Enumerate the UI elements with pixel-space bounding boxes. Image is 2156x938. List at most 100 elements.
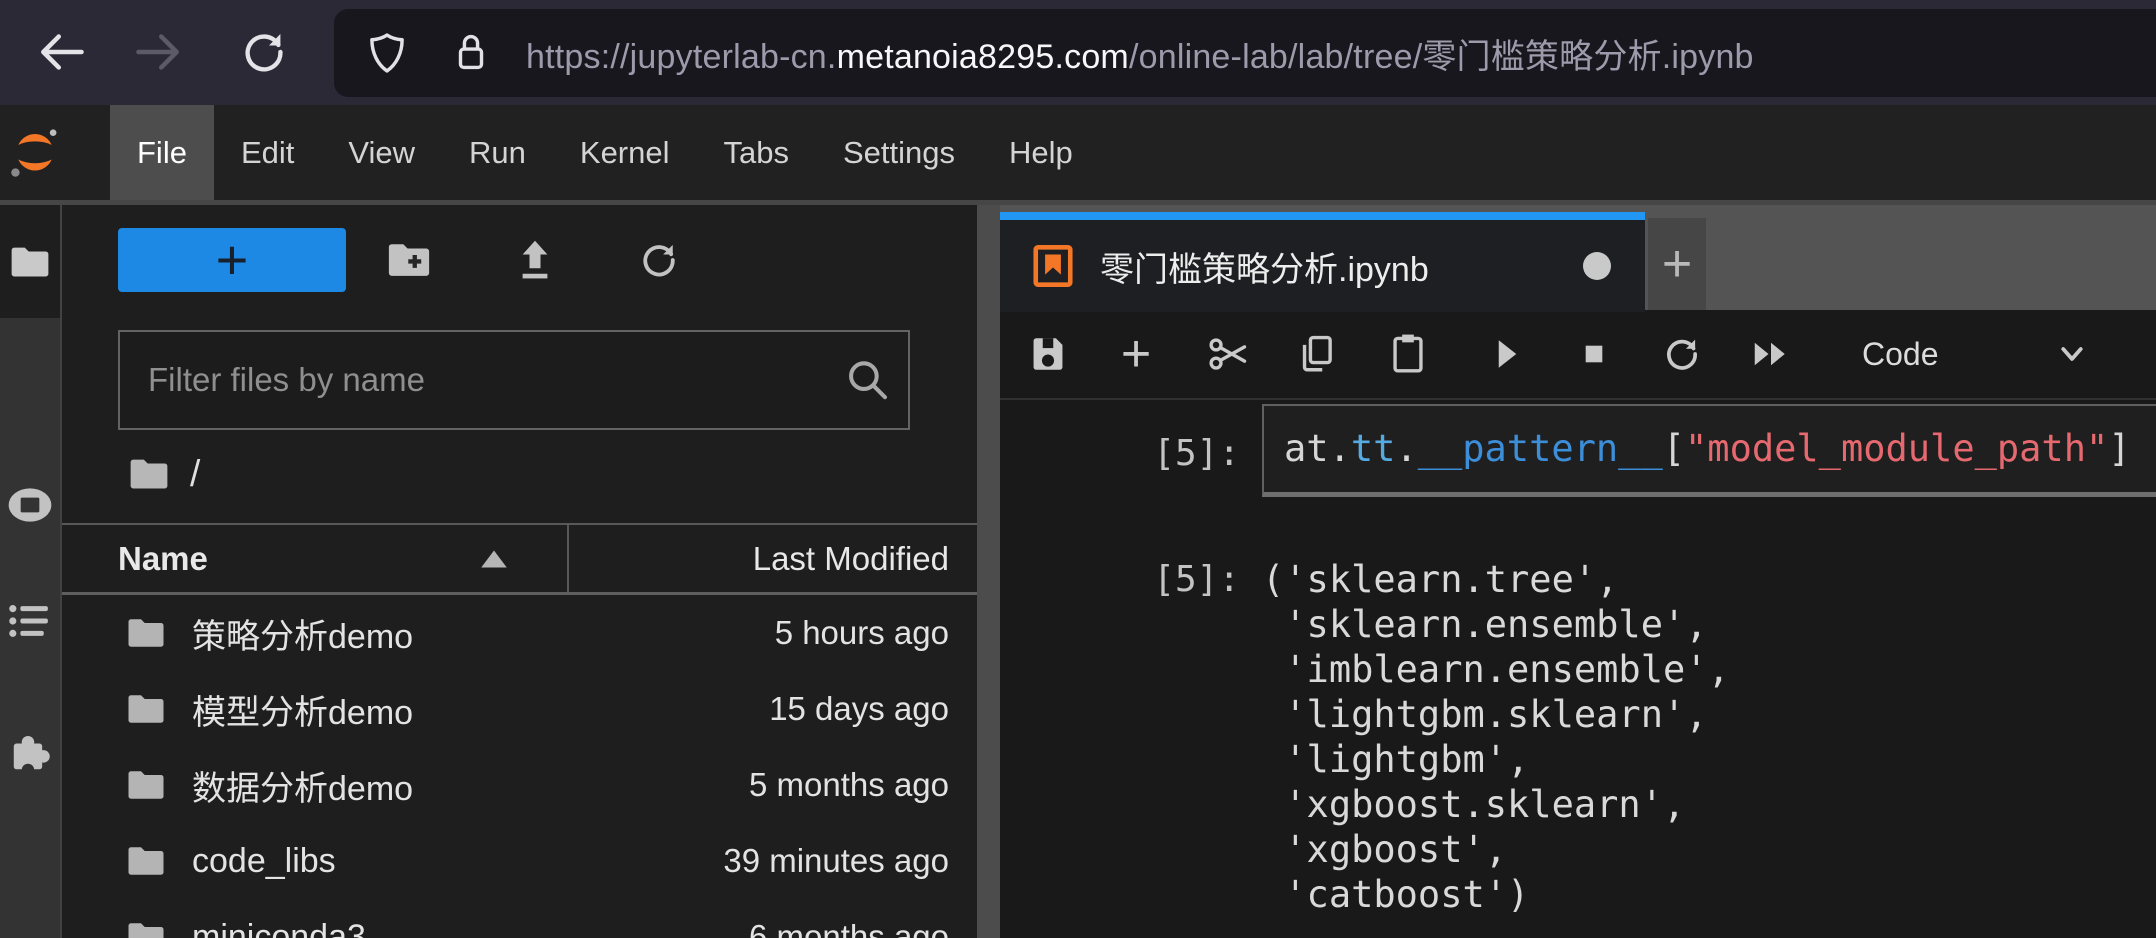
url-host: metanoia8295.com (837, 38, 1129, 76)
menu-item-kernel[interactable]: Kernel (553, 105, 697, 200)
column-header-name[interactable]: Name (118, 525, 208, 592)
file-name: code_libs (192, 842, 336, 881)
output-line: 'xgboost', (1262, 827, 1730, 872)
code-token: . (1395, 427, 1417, 470)
sidebar-tab-running-sessions[interactable] (0, 477, 60, 533)
file-name: 模型分析demo (192, 685, 413, 734)
file-row[interactable]: 数据分析demo 5 months ago (62, 747, 977, 823)
output-line: 'xgboost.sklearn', (1262, 782, 1730, 827)
panel-splitter[interactable] (977, 205, 1000, 938)
cell-type-select[interactable]: Code (1862, 310, 1939, 398)
filter-files-box (118, 330, 910, 430)
output-line: 'catboost') (1262, 872, 1730, 917)
file-row[interactable]: code_libs 39 minutes ago (62, 823, 977, 899)
sidebar-tab-file-browser[interactable] (0, 205, 60, 318)
menu-item-view[interactable]: View (321, 105, 442, 200)
folder-icon (126, 920, 166, 938)
upload-icon (514, 238, 556, 282)
copy-icon (1296, 333, 1338, 375)
plus-icon: + (216, 230, 249, 290)
fast-forward-icon (1749, 334, 1793, 374)
upload-button[interactable] (510, 235, 560, 285)
lock-icon[interactable] (450, 30, 492, 76)
folder-icon (126, 692, 166, 726)
new-folder-icon (386, 240, 432, 280)
code-line: at.tt.__pattern__["model_module_path"] (1284, 426, 2131, 472)
restart-kernel-button[interactable] (1660, 332, 1704, 376)
file-modified: 5 hours ago (775, 614, 949, 652)
table-of-contents-icon (8, 601, 52, 641)
new-tab-button[interactable]: + (1648, 218, 1706, 310)
file-row[interactable]: miniconda3 6 months ago (62, 899, 977, 938)
address-bar[interactable]: https://jupyterlab-cn.metanoia8295.com/o… (334, 9, 2156, 97)
breadcrumb-root[interactable]: / (190, 453, 200, 495)
save-button[interactable] (1026, 332, 1070, 376)
menu-item-tabs[interactable]: Tabs (697, 105, 816, 200)
copy-cells-button[interactable] (1295, 332, 1339, 376)
output-line: 'imblearn.ensemble', (1262, 647, 1730, 692)
menu-item-run[interactable]: Run (442, 105, 553, 200)
filter-files-input[interactable] (118, 330, 910, 430)
browser-back-button[interactable] (32, 22, 92, 82)
run-cell-button[interactable] (1483, 332, 1527, 376)
refresh-icon (239, 27, 289, 77)
shield-icon[interactable] (364, 30, 410, 76)
file-modified: 6 months ago (749, 918, 949, 938)
back-arrow-icon (36, 26, 88, 78)
home-folder-icon[interactable] (128, 456, 170, 492)
paste-cells-button[interactable] (1386, 332, 1430, 376)
sidebar-tab-extensions[interactable] (0, 725, 60, 781)
cell-output: ('sklearn.tree', 'sklearn.ensemble', 'im… (1262, 557, 1730, 917)
browser-forward-button[interactable] (128, 22, 188, 82)
dock-tab-bar: 零门槛策略分析.ipynb + (1000, 205, 2156, 310)
file-row[interactable]: 策略分析demo 5 hours ago (62, 595, 977, 671)
cell-code-editor[interactable]: at.tt.__pattern__["model_module_path"] (1262, 404, 2156, 497)
restart-run-all-button[interactable] (1749, 332, 1793, 376)
new-launcher-button[interactable]: + (118, 228, 346, 292)
cell-input-prompt: [5]: (1140, 431, 1240, 476)
chevron-down-icon[interactable] (2052, 334, 2092, 374)
code-token: "model_module_path" (1685, 427, 2108, 470)
output-line: 'lightgbm', (1262, 737, 1730, 782)
plus-icon: + (1662, 234, 1692, 294)
cut-cells-button[interactable] (1207, 332, 1251, 376)
code-token: tt (1351, 427, 1396, 470)
browser-refresh-button[interactable] (234, 22, 294, 82)
file-name: 数据分析demo (192, 761, 413, 810)
menu-item-settings[interactable]: Settings (816, 105, 982, 200)
column-header-last-modified[interactable]: Last Modified (753, 525, 949, 592)
notebook-tab[interactable]: 零门槛策略分析.ipynb (1000, 212, 1645, 312)
folder-icon (9, 244, 51, 280)
menu-item-help[interactable]: Help (982, 105, 1100, 200)
file-browser-panel: + / (62, 205, 977, 938)
unsaved-changes-dot[interactable] (1583, 252, 1611, 280)
notebook-file-icon (1030, 243, 1076, 289)
file-modified: 5 months ago (749, 766, 949, 804)
code-token: at (1284, 427, 1329, 470)
interrupt-kernel-button[interactable] (1572, 332, 1616, 376)
refresh-file-list-button[interactable] (634, 235, 684, 285)
menu-item-edit[interactable]: Edit (214, 105, 321, 200)
cell-output-prompt: [5]: (1140, 557, 1240, 602)
sidebar-tab-table-of-contents[interactable] (0, 593, 60, 649)
screen: https://jupyterlab-cn.metanoia8295.com/o… (0, 0, 2156, 938)
breadcrumb[interactable]: / (128, 449, 200, 499)
file-list: 策略分析demo 5 hours ago 模型分析demo 15 days ag… (62, 595, 977, 938)
output-line: 'lightgbm.sklearn', (1262, 692, 1730, 737)
url-text[interactable]: https://jupyterlab-cn.metanoia8295.com/o… (526, 29, 1754, 78)
add-cell-button[interactable]: + (1114, 332, 1158, 376)
restart-icon (1661, 333, 1703, 375)
new-folder-button[interactable] (384, 235, 434, 285)
folder-icon (126, 844, 166, 878)
search-icon (842, 355, 892, 405)
menu-item-file[interactable]: File (110, 105, 214, 200)
column-divider (567, 525, 569, 592)
jupyter-logo (0, 105, 70, 200)
code-token: [ (1663, 427, 1685, 470)
file-list-header: Name Last Modified (62, 523, 977, 595)
file-row[interactable]: 模型分析demo 15 days ago (62, 671, 977, 747)
folder-icon (126, 768, 166, 802)
file-modified: 39 minutes ago (723, 842, 949, 880)
sort-ascending-icon[interactable] (477, 547, 511, 571)
file-name: miniconda3 (192, 918, 366, 938)
